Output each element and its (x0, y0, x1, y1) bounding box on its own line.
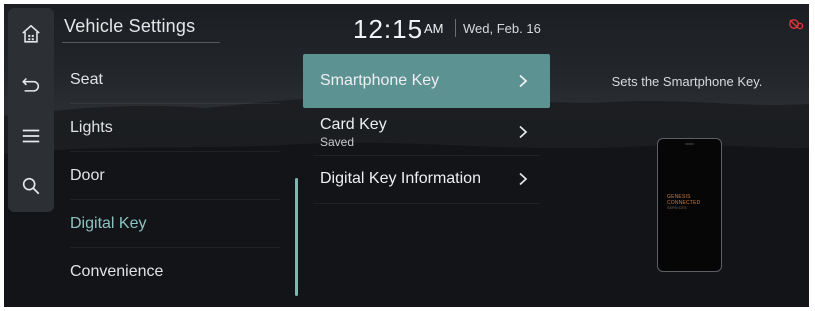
menu-item-label: Seat (70, 71, 103, 88)
chevron-right-icon (519, 125, 528, 139)
clock-separator (455, 19, 456, 37)
card-key-status: Saved (320, 135, 355, 149)
connectivity-status-icon (789, 19, 804, 30)
smartphone-key-button[interactable]: Smartphone Key (303, 54, 550, 108)
page-title: Vehicle Settings (64, 16, 196, 36)
clock-ampm: AM (424, 21, 444, 36)
submenu-item-label: Digital Key Information (320, 170, 481, 187)
submenu-item-label: Smartphone Key (320, 72, 440, 89)
logo-line-3: SERVICES (667, 206, 687, 210)
back-icon (22, 77, 40, 92)
clock-date: Wed, Feb. 16 (463, 21, 541, 36)
menu-item-seat[interactable]: Seat (70, 57, 280, 104)
title-divider (62, 42, 220, 43)
digital-key-information-button[interactable]: Digital Key Information (303, 156, 550, 204)
home-icon (22, 24, 40, 43)
menu-item-label: Door (70, 167, 105, 184)
clock-time: 12:15 (353, 14, 424, 44)
menu-scrollbar[interactable] (295, 178, 298, 296)
submenu-item-label: Card Key (320, 116, 387, 133)
menu-item-label: Lights (70, 119, 113, 136)
home-button[interactable] (8, 14, 54, 54)
chevron-right-icon (519, 74, 528, 88)
menu-item-lights[interactable]: Lights (70, 105, 280, 152)
phone-notch (685, 143, 694, 145)
vehicle-settings-screen: Vehicle Settings 12:15 AM Wed, Feb. 16 S… (4, 4, 809, 307)
search-icon (22, 177, 40, 195)
menu-divider (70, 151, 280, 152)
chevron-right-icon (519, 172, 528, 186)
back-button[interactable] (8, 64, 54, 104)
search-button[interactable] (8, 166, 54, 206)
menu-item-digital-key[interactable]: Digital Key (70, 201, 280, 248)
menu-divider (70, 247, 280, 248)
submenu-divider (313, 203, 540, 204)
menu-item-door[interactable]: Door (70, 153, 280, 200)
card-key-button[interactable]: Card Key Saved (303, 108, 550, 156)
menu-item-label: Digital Key (70, 215, 147, 232)
menu-item-label: Convenience (70, 263, 164, 280)
genesis-connected-services-logo: GENESIS CONNECTED SERVICES (667, 194, 717, 212)
smartphone-illustration: GENESIS CONNECTED SERVICES (657, 138, 722, 272)
menu-icon (22, 129, 40, 143)
menu-divider (70, 199, 280, 200)
menu-item-convenience[interactable]: Convenience (70, 249, 280, 296)
menu-divider (70, 103, 280, 104)
detail-description: Sets the Smartphone Key. (611, 74, 763, 89)
menu-button[interactable] (8, 116, 54, 156)
side-navigation-rail (8, 8, 54, 212)
